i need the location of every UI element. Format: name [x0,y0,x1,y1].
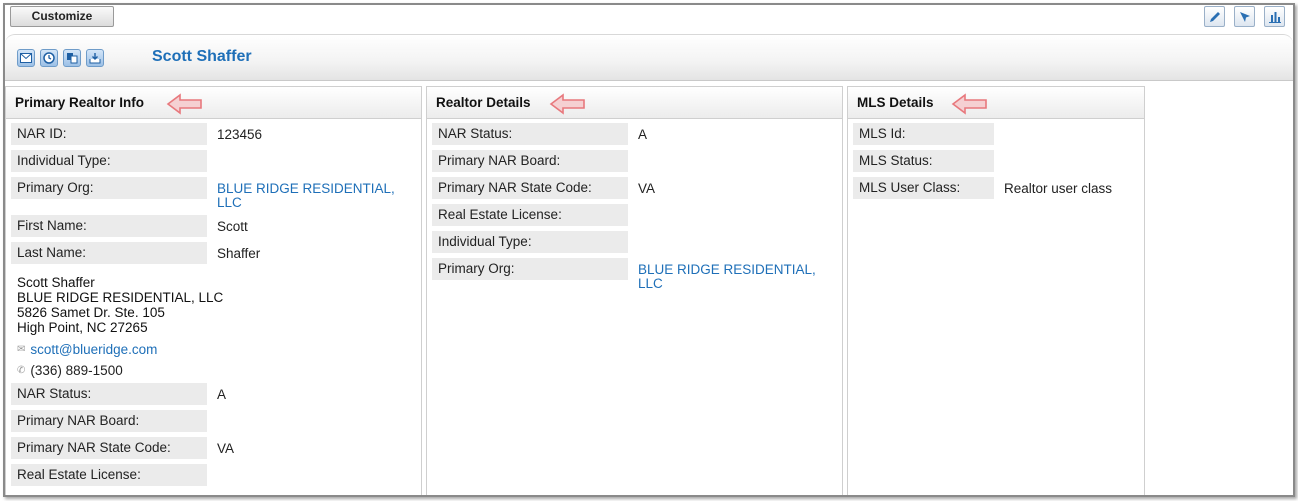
field-label: Primary NAR Board: [432,150,628,172]
mls-details-panel-header: MLS Details [848,86,1144,119]
field-value [628,150,638,155]
field-row: Individual Type: [11,150,421,172]
field-label: Primary Org: [11,177,207,199]
email-line: ✉ scott@blueridge.com [17,342,421,357]
field-value: A [638,127,648,142]
email-link[interactable]: scott@blueridge.com [30,342,157,357]
field-value: Shaffer [217,246,261,261]
field-row: Last Name: Shaffer [11,242,421,264]
primary-org-link[interactable]: BLUE RIDGE RESIDENTIAL, LLC [628,258,828,291]
field-row: Primary NAR State Code: VA [432,177,842,199]
copy-icon[interactable] [63,49,81,67]
field-label: Real Estate License: [11,464,207,486]
field-row: First Name: Scott [11,215,421,237]
inbox-download-icon[interactable] [86,49,104,67]
field-value [207,150,217,155]
field-row: Primary NAR Board: [432,150,842,172]
field-value: Realtor user class [1004,181,1113,196]
field-label: NAR Status: [11,383,207,405]
field-row: MLS User Class: Realtor user class [853,177,1144,199]
field-value [628,204,638,209]
field-value [994,150,1004,155]
field-row: Real Estate License: [11,464,421,486]
field-label: Primary NAR State Code: [11,437,207,459]
panel-title: Primary Realtor Info [15,95,145,110]
field-label: NAR ID: [11,123,207,145]
realtor-details-panel: Realtor Details NAR Status: A Primary NA… [426,86,843,495]
field-row: Primary Org: BLUE RIDGE RESIDENTIAL, LLC [432,258,842,291]
field-label: MLS User Class: [853,177,994,199]
field-label: Primary Org: [432,258,628,280]
window-frame: Customize Scott Shaffer Primary Realtor … [3,3,1295,497]
field-value: A [217,387,227,402]
field-label: Primary NAR State Code: [432,177,628,199]
mailing-address: Scott Shaffer BLUE RIDGE RESIDENTIAL, LL… [11,269,421,335]
field-label: Real Estate License: [432,204,628,226]
field-label: First Name: [11,215,207,237]
field-row: Primary NAR Board: [11,410,421,432]
panel-title: MLS Details [857,95,934,110]
field-value: Scott [217,219,248,234]
pencil-icon[interactable] [1204,6,1225,27]
field-value [207,410,217,415]
field-row: NAR Status: A [11,383,421,405]
primary-realtor-panel: Primary Realtor Info NAR ID: 123456 Indi… [5,86,422,495]
email-icon[interactable] [17,49,35,67]
field-value [628,231,638,236]
field-label: Primary NAR Board: [11,410,207,432]
address-line: Scott Shaffer [17,275,95,290]
address-line: High Point, NC 27265 [17,320,148,335]
field-row: Real Estate License: [432,204,842,226]
clock-icon[interactable] [40,49,58,67]
address-line: BLUE RIDGE RESIDENTIAL, LLC [17,290,224,305]
callout-arrow-icon [549,93,585,115]
field-label: Last Name: [11,242,207,264]
field-row: Primary NAR State Code: VA [11,437,421,459]
field-row: MLS Status: [853,150,1144,172]
realtor-details-panel-header: Realtor Details [427,86,842,119]
panel-title: Realtor Details [436,95,531,110]
envelope-icon: ✉ [17,344,26,355]
field-label: Individual Type: [432,231,628,253]
contact-name-link[interactable]: Scott Shaffer [152,48,252,66]
field-row: Primary Org: BLUE RIDGE RESIDENTIAL, LLC [11,177,421,210]
contact-header: Scott Shaffer [5,34,1293,81]
callout-arrow-icon [166,93,202,115]
mls-details-panel: MLS Details MLS Id: MLS Status: MLS User… [847,86,1145,495]
field-value: VA [217,441,235,456]
primary-realtor-panel-header: Primary Realtor Info [6,86,421,119]
field-value [994,123,1004,128]
field-row: NAR ID: 123456 [11,123,421,145]
cursor-icon[interactable] [1234,6,1255,27]
field-label: NAR Status: [432,123,628,145]
field-label: MLS Status: [853,150,994,172]
field-value: VA [638,181,656,196]
field-value [207,464,217,469]
field-row: Individual Type: [432,231,842,253]
phone-icon: ✆ [17,365,26,376]
primary-org-link[interactable]: BLUE RIDGE RESIDENTIAL, LLC [207,177,407,210]
customize-button[interactable]: Customize [10,6,114,27]
field-row: NAR Status: A [432,123,842,145]
field-label: Individual Type: [11,150,207,172]
bar-chart-icon[interactable] [1264,6,1285,27]
field-label: MLS Id: [853,123,994,145]
phone-line: ✆ (336) 889-1500 [17,363,421,378]
address-line: 5826 Samet Dr. Ste. 105 [17,305,165,320]
top-toolbar [1204,6,1285,27]
field-value: 123456 [217,127,263,142]
field-row: MLS Id: [853,123,1144,145]
callout-arrow-icon [951,93,987,115]
phone-number: (336) 889-1500 [30,363,123,378]
